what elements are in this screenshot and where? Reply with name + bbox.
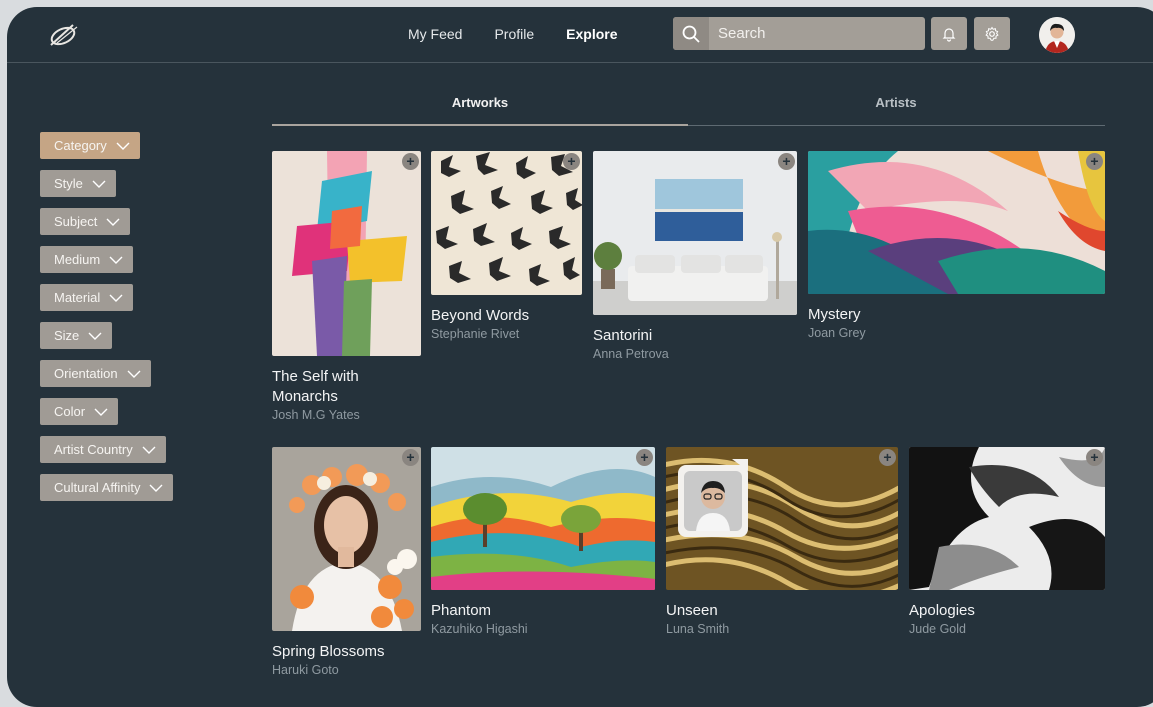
add-to-collection-button[interactable]: + — [402, 153, 419, 170]
artwork-artist[interactable]: Anna Petrova — [593, 347, 797, 361]
artwork-title[interactable]: Apologies — [909, 601, 1105, 621]
gear-icon — [985, 26, 999, 41]
artwork-image[interactable]: + — [593, 151, 797, 315]
chevron-down-icon — [149, 484, 163, 492]
filter-size[interactable]: Size — [40, 322, 113, 349]
artwork-artist[interactable]: Stephanie Rivet — [431, 327, 582, 341]
chevron-down-icon — [94, 408, 108, 416]
search-input[interactable] — [709, 24, 920, 43]
filter-material[interactable]: Material — [40, 284, 134, 311]
filter-label: Artist Country — [54, 442, 133, 457]
filter-subject[interactable]: Subject — [40, 208, 131, 235]
add-to-collection-button[interactable]: + — [636, 449, 653, 466]
artwork-card[interactable]: + Beyond Words Stephanie Rivet — [431, 151, 582, 341]
artwork-image[interactable]: + — [909, 447, 1105, 590]
artwork-image[interactable]: + — [431, 447, 655, 590]
filter-medium[interactable]: Medium — [40, 246, 134, 273]
artwork-card[interactable]: + Mystery Joan Grey — [808, 151, 1105, 340]
artwork-title[interactable]: Spring Blossoms — [272, 642, 421, 662]
filter-color[interactable]: Color — [40, 398, 119, 425]
filter-label: Subject — [54, 214, 98, 229]
artwork-card[interactable]: + Santorini Anna Petrova — [593, 151, 797, 361]
search-icon[interactable] — [673, 17, 709, 50]
chevron-down-icon — [127, 370, 141, 378]
artwork-card[interactable]: + Unseen Luna Smith — [666, 447, 898, 636]
chevron-down-icon — [142, 446, 156, 454]
app-window: My Feed Profile Explore Search Artworks … — [7, 7, 1153, 707]
artwork-artist[interactable]: Josh M.G Yates — [272, 408, 421, 422]
artwork-image[interactable]: + — [272, 151, 421, 356]
notifications-button[interactable] — [931, 17, 967, 50]
tab-artworks[interactable]: Artworks — [272, 95, 688, 110]
settings-button[interactable] — [974, 17, 1010, 50]
main-nav: My Feed Profile Explore — [408, 26, 618, 42]
nav-explore[interactable]: Explore — [566, 26, 617, 42]
artwork-image[interactable]: + — [666, 447, 898, 590]
artwork-artist[interactable]: Jude Gold — [909, 622, 1105, 636]
artwork-artist[interactable]: Luna Smith — [666, 622, 898, 636]
artwork-image[interactable]: + — [272, 447, 421, 631]
add-to-collection-button[interactable]: + — [778, 153, 795, 170]
chevron-down-icon — [92, 180, 106, 188]
chevron-down-icon — [88, 332, 102, 340]
artwork-title[interactable]: The Self with Monarchs — [272, 367, 421, 407]
artwork-card[interactable]: + Phantom Kazuhiko Higashi — [431, 447, 655, 636]
search-bar — [673, 17, 925, 50]
artwork-artist[interactable]: Joan Grey — [808, 326, 1105, 340]
filter-label: Orientation — [54, 366, 118, 381]
chevron-down-icon — [116, 142, 130, 150]
nav-my-feed[interactable]: My Feed — [408, 26, 462, 42]
nav-profile[interactable]: Profile — [494, 26, 534, 42]
filter-label: Style — [54, 176, 83, 191]
tab-divider — [688, 125, 1105, 126]
view-tabs: Artworks Artists — [272, 95, 1105, 126]
filter-artist-country[interactable]: Artist Country — [40, 436, 166, 463]
chevron-down-icon — [106, 218, 120, 226]
artwork-card[interactable]: + Spring Blossoms Haruki Goto — [272, 447, 421, 677]
chevron-down-icon — [109, 256, 123, 264]
filter-cultural-affinity[interactable]: Cultural Affinity — [40, 474, 174, 501]
filter-style[interactable]: Style — [40, 170, 116, 197]
artwork-title[interactable]: Mystery — [808, 305, 1105, 325]
artwork-artist[interactable]: Kazuhiko Higashi — [431, 622, 655, 636]
add-to-collection-button[interactable]: + — [563, 153, 580, 170]
chevron-down-icon — [109, 294, 123, 302]
add-to-collection-button[interactable]: + — [1086, 153, 1103, 170]
tab-artists[interactable]: Artists — [688, 95, 1104, 110]
filter-label: Color — [54, 404, 86, 419]
artwork-card[interactable]: + The Self with Monarchs Josh M.G Yates — [272, 151, 421, 422]
artwork-title[interactable]: Beyond Words — [431, 306, 582, 326]
user-avatar[interactable] — [1039, 17, 1075, 53]
filter-label: Cultural Affinity — [54, 480, 141, 495]
add-to-collection-button[interactable]: + — [1086, 449, 1103, 466]
filter-orientation[interactable]: Orientation — [40, 360, 151, 387]
top-bar: My Feed Profile Explore — [7, 7, 1153, 63]
add-to-collection-button[interactable]: + — [402, 449, 419, 466]
artwork-artist[interactable]: Haruki Goto — [272, 663, 421, 677]
logo-icon[interactable] — [43, 21, 83, 49]
filter-category[interactable]: Category — [40, 132, 140, 159]
artwork-title[interactable]: Phantom — [431, 601, 655, 621]
bell-icon — [942, 27, 956, 42]
add-to-collection-button[interactable]: + — [879, 449, 896, 466]
artwork-image[interactable]: + — [431, 151, 582, 295]
artwork-image[interactable]: + — [808, 151, 1105, 294]
filter-label: Size — [54, 328, 80, 343]
filter-label: Medium — [54, 252, 101, 267]
filter-label: Material — [54, 290, 101, 305]
artwork-title[interactable]: Unseen — [666, 601, 898, 621]
active-tab-indicator — [272, 124, 688, 126]
artwork-card[interactable]: + Apologies Jude Gold — [909, 447, 1105, 636]
filter-label: Category — [54, 138, 107, 153]
artwork-title[interactable]: Santorini — [593, 326, 797, 346]
